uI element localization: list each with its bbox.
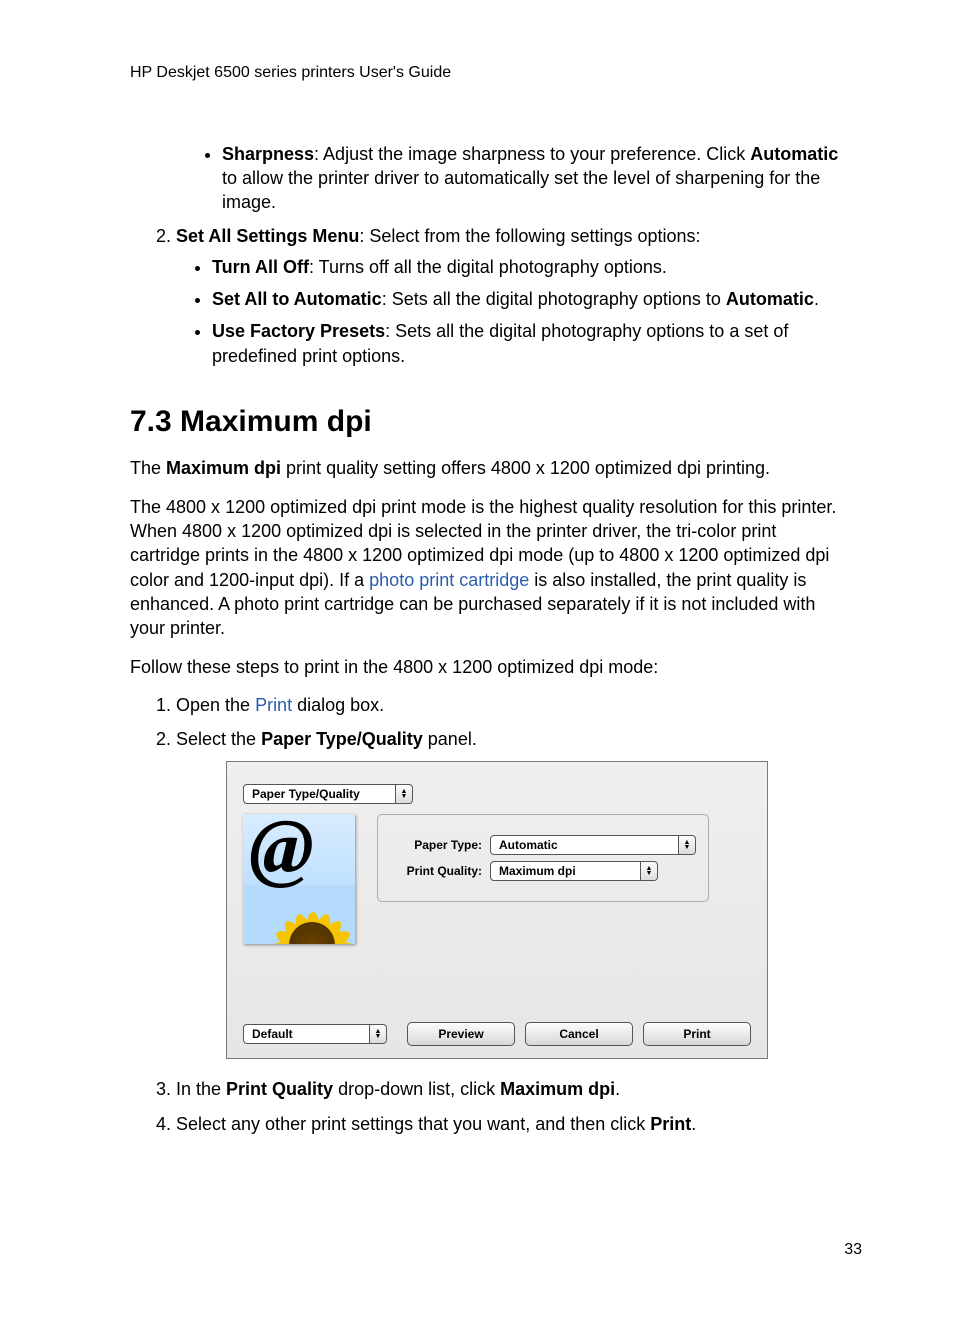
para-follow-steps: Follow these steps to print in the 4800 … [130, 655, 849, 679]
paper-type-select[interactable]: Automatic ▲▼ [490, 835, 696, 855]
text: to allow the printer driver to automatic… [222, 168, 820, 212]
paper-type-value: Automatic [491, 837, 678, 853]
text: : Select from the following settings opt… [359, 226, 700, 246]
running-head: HP Deskjet 6500 series printers User's G… [130, 62, 849, 84]
dialog-inner: Paper Type/Quality ▲▼ [227, 762, 767, 1058]
print-quality-row: Print Quality: Maximum dpi ▲▼ [390, 861, 696, 881]
paper-type-row: Paper Type: Automatic ▲▼ [390, 835, 696, 855]
step-open-print: Open the Print dialog box. [176, 693, 849, 717]
text: Open the [176, 695, 255, 715]
bullet-use-factory: Use Factory Presets: Sets all the digita… [212, 319, 849, 368]
updown-arrows-icon: ▲▼ [678, 836, 695, 854]
para-max-dpi-detail: The 4800 x 1200 optimized dpi print mode… [130, 495, 849, 641]
preview-thumbnail: @ [243, 814, 355, 944]
para-max-dpi-intro: The Maximum dpi print quality setting of… [130, 456, 849, 480]
text: : Adjust the image sharpness to your pre… [314, 144, 750, 164]
bullet-turn-all-off: Turn All Off: Turns off all the digital … [212, 255, 849, 279]
text: Select the [176, 729, 261, 749]
label: Use Factory Presets [212, 321, 385, 341]
thumb-at-symbol: @ [249, 814, 314, 886]
print-dialog: Paper Type/Quality ▲▼ [226, 761, 768, 1059]
label: Set All to Automatic [212, 289, 382, 309]
link-photo-print-cartridge[interactable]: photo print cartridge [369, 570, 529, 590]
link-print-dialog[interactable]: Print [255, 695, 292, 715]
text: print quality setting offers 4800 x 1200… [281, 458, 770, 478]
preview-button[interactable]: Preview [407, 1022, 515, 1046]
step-select-panel: Select the Paper Type/Quality panel. Pap… [176, 727, 849, 1059]
bold-max-dpi-2: Maximum dpi [500, 1079, 615, 1099]
page-number: 33 [844, 1239, 862, 1261]
set-all-bullets: Turn All Off: Turns off all the digital … [176, 255, 849, 368]
updown-arrows-icon: ▲▼ [640, 862, 657, 880]
print-quality-value: Maximum dpi [491, 863, 640, 879]
text: : Turns off all the digital photography … [309, 257, 667, 277]
dialog-footer: Default ▲▼ Preview Cancel Print [243, 1022, 751, 1046]
step-choose-max-dpi: In the Print Quality drop-down list, cli… [176, 1077, 849, 1101]
cancel-button[interactable]: Cancel [525, 1022, 633, 1046]
bold-print-quality: Print Quality [226, 1079, 333, 1099]
preset-value: Default [244, 1026, 369, 1042]
bold-max-dpi: Maximum dpi [166, 458, 281, 478]
text: panel. [423, 729, 477, 749]
bullet-sharpness: Sharpness: Adjust the image sharpness to… [222, 142, 849, 215]
text: drop-down list, click [333, 1079, 500, 1099]
text: : Sets all the digital photography optio… [382, 289, 726, 309]
updown-arrows-icon: ▲▼ [369, 1025, 386, 1043]
print-quality-label: Print Quality: [390, 863, 482, 879]
step-set-all-settings: Set All Settings Menu: Select from the f… [176, 224, 849, 367]
bullet-set-all-automatic: Set All to Automatic: Sets all the digit… [212, 287, 849, 311]
tail-rest: . [814, 289, 819, 309]
label-sharpness: Sharpness [222, 144, 314, 164]
text: In the [176, 1079, 226, 1099]
preset-select[interactable]: Default ▲▼ [243, 1024, 387, 1044]
panel-select[interactable]: Paper Type/Quality ▲▼ [243, 784, 413, 804]
text: . [691, 1114, 696, 1134]
fields-group: Paper Type: Automatic ▲▼ Print Quality: … [377, 814, 709, 902]
page: HP Deskjet 6500 series printers User's G… [0, 0, 954, 1321]
print-quality-select[interactable]: Maximum dpi ▲▼ [490, 861, 658, 881]
main-list-part1: Set All Settings Menu: Select from the f… [130, 224, 849, 367]
text: Select any other print settings that you… [176, 1114, 650, 1134]
bold-ptq: Paper Type/Quality [261, 729, 423, 749]
text: The [130, 458, 166, 478]
updown-arrows-icon: ▲▼ [395, 785, 412, 803]
label: Turn All Off [212, 257, 309, 277]
step-click-print: Select any other print settings that you… [176, 1112, 849, 1136]
section-heading-7-3: 7.3 Maximum dpi [130, 402, 849, 443]
panel-body: @ Paper Type: Automatic ▲▼ [243, 814, 751, 944]
panel-select-value: Paper Type/Quality [244, 786, 395, 802]
text: dialog box. [292, 695, 384, 715]
steps-list: Open the Print dialog box. Select the Pa… [130, 693, 849, 1136]
paper-type-label: Paper Type: [390, 837, 482, 853]
label-automatic: Automatic [750, 144, 838, 164]
label-set-all-settings: Set All Settings Menu [176, 226, 359, 246]
text: . [615, 1079, 620, 1099]
continuation-bullets: Sharpness: Adjust the image sharpness to… [186, 142, 849, 215]
panel-select-row: Paper Type/Quality ▲▼ [243, 784, 751, 804]
print-button[interactable]: Print [643, 1022, 751, 1046]
tail-bold: Automatic [726, 289, 814, 309]
bold-print: Print [650, 1114, 691, 1134]
